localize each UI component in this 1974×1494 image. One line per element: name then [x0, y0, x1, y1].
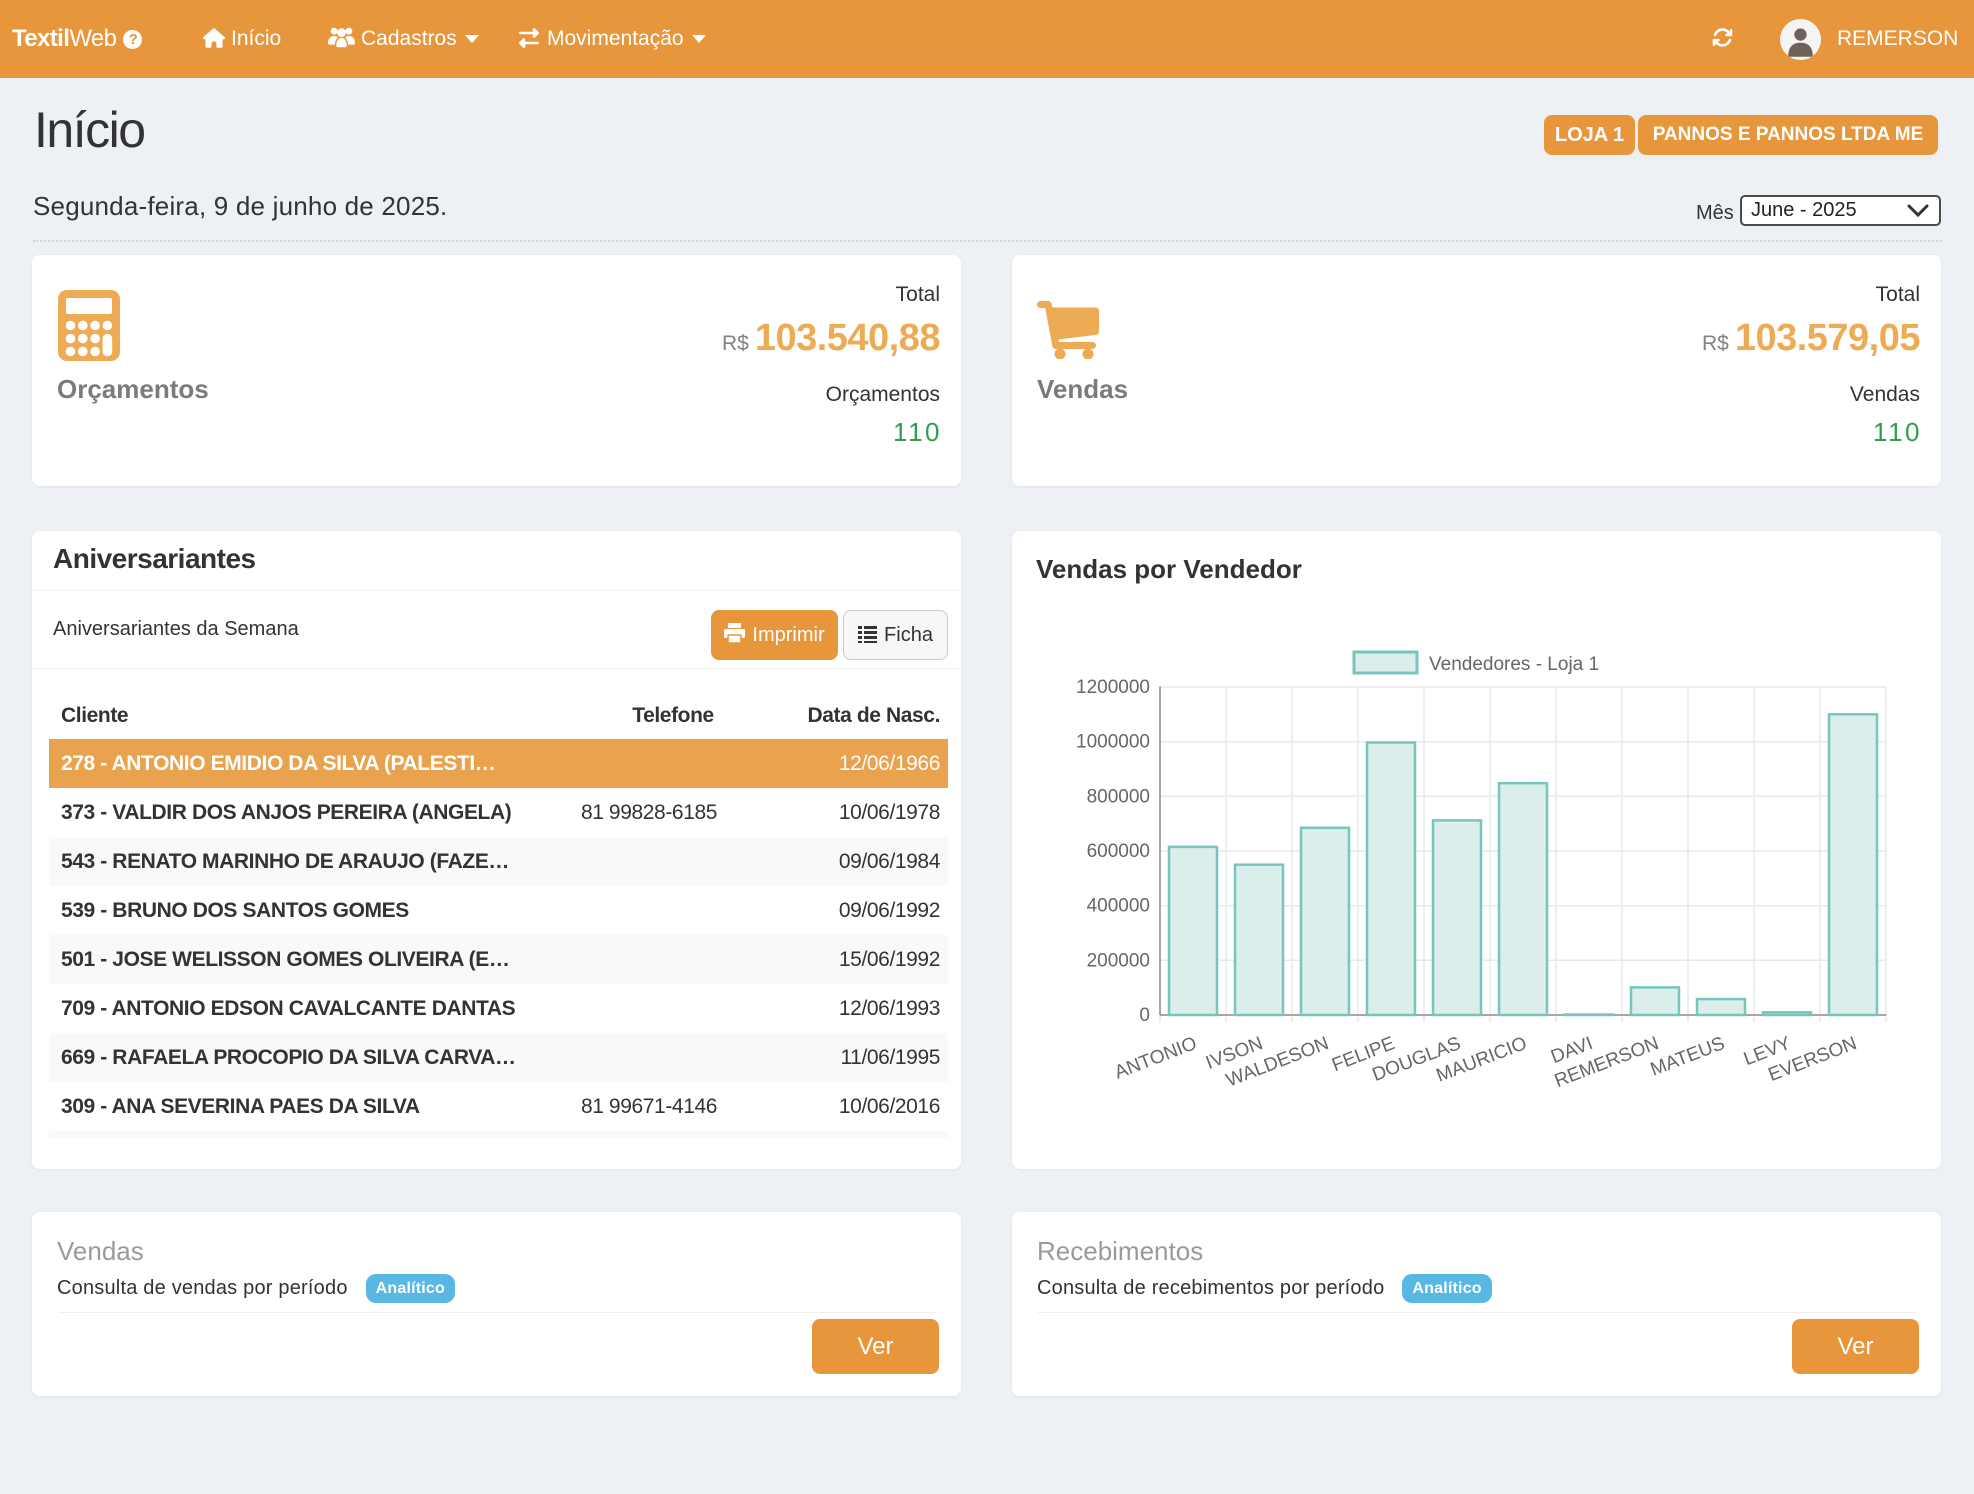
svg-text:800000: 800000: [1087, 786, 1150, 807]
svg-text:400000: 400000: [1087, 896, 1150, 917]
svg-text:600000: 600000: [1087, 841, 1150, 862]
svg-text:ANTONIO: ANTONIO: [1112, 1033, 1200, 1084]
svg-text:Vendedores - Loja 1: Vendedores - Loja 1: [1429, 654, 1599, 675]
svg-text:1200000: 1200000: [1076, 677, 1150, 698]
svg-text:1000000: 1000000: [1076, 732, 1150, 753]
svg-text:200000: 200000: [1087, 950, 1150, 971]
svg-text:0: 0: [1139, 1005, 1150, 1026]
svg-text:MATEUS: MATEUS: [1648, 1033, 1728, 1080]
